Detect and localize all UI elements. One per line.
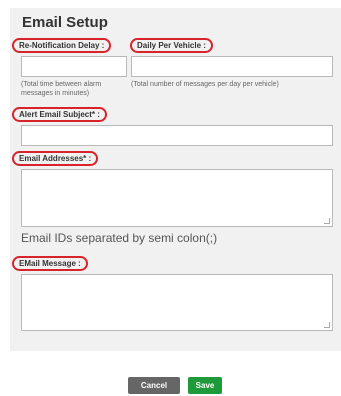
renotification-delay-input[interactable] — [21, 56, 127, 77]
daily-per-vehicle-input[interactable] — [131, 56, 333, 77]
alert-email-subject-input[interactable] — [21, 125, 333, 146]
page-title: Email Setup — [22, 14, 108, 31]
renotification-delay-hint: (Total time between alarm messages in mi… — [21, 81, 102, 97]
email-addresses-textarea[interactable] — [21, 169, 333, 227]
email-addresses-hint: Email IDs separated by semi colon(;) — [21, 231, 218, 245]
cancel-button[interactable]: Cancel — [128, 377, 180, 394]
renotification-delay-label: Re-Notification Delay : — [12, 38, 112, 53]
daily-per-vehicle-label: Daily Per Vehicle : — [130, 38, 213, 53]
email-message-textarea[interactable] — [21, 274, 333, 331]
email-message-label: EMail Message : — [12, 256, 88, 271]
save-button[interactable]: Save — [188, 377, 222, 394]
daily-per-vehicle-hint: (Total number of messages per day per ve… — [131, 81, 279, 88]
alert-email-subject-label: Alert Email Subject* : — [12, 107, 107, 122]
email-addresses-label: Email Addresses* : — [12, 151, 99, 166]
